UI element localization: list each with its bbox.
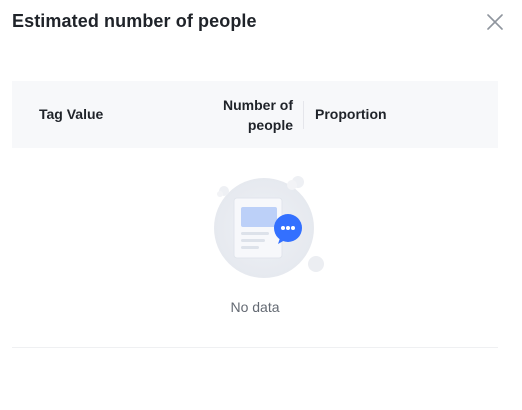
close-button[interactable] xyxy=(484,11,506,33)
empty-state-text: No data xyxy=(230,299,280,315)
estimate-dialog: Estimated number of people Tag Value Num… xyxy=(0,0,522,410)
close-icon xyxy=(487,14,503,30)
column-header-proportion: Proportion xyxy=(315,106,387,122)
table-body: No data xyxy=(12,148,498,348)
empty-state-icon xyxy=(214,176,324,278)
column-header-tag-value: Tag Value xyxy=(39,106,104,122)
dialog-title: Estimated number of people xyxy=(12,11,257,31)
column-header-people-line2: people xyxy=(247,117,293,133)
column-header-people-line1: Number of xyxy=(223,97,293,113)
column-header-number-of-people: Number of people xyxy=(192,95,293,135)
tag-table: Tag Value Number of people Proportion No… xyxy=(12,81,498,348)
table-header: Tag Value Number of people Proportion xyxy=(12,81,498,148)
column-divider[interactable] xyxy=(303,101,304,129)
